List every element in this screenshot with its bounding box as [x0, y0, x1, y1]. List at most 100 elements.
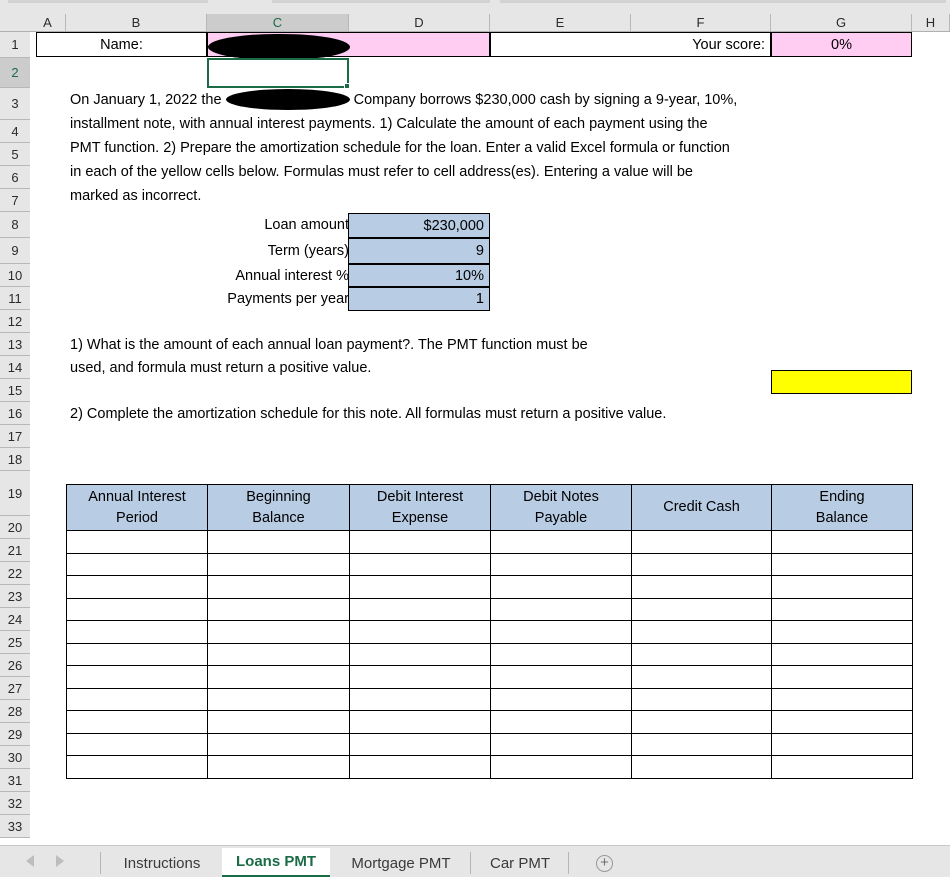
- cell-annual-interest-period[interactable]: [66, 530, 208, 554]
- cell-debit-interest-expense[interactable]: [349, 620, 491, 644]
- next-sheet-arrow-icon[interactable]: [56, 855, 64, 867]
- cell-ending-balance[interactable]: [771, 642, 913, 666]
- cell-credit-cash[interactable]: [631, 710, 772, 734]
- cell-ending-balance[interactable]: [771, 665, 913, 689]
- row-header-1[interactable]: 1: [0, 32, 30, 58]
- cell-debit-interest-expense[interactable]: [349, 732, 491, 756]
- cell-ending-balance[interactable]: [771, 687, 913, 711]
- row-header-2[interactable]: 2: [0, 58, 30, 88]
- cell-ending-balance[interactable]: [771, 597, 913, 621]
- row-header-16[interactable]: 16: [0, 402, 30, 425]
- row-header-15[interactable]: 15: [0, 379, 30, 402]
- row-header-5[interactable]: 5: [0, 143, 30, 166]
- row-header-9[interactable]: 9: [0, 238, 30, 264]
- row-header-7[interactable]: 7: [0, 189, 30, 212]
- cell-beginning-balance[interactable]: [207, 687, 350, 711]
- cell-annual-interest-period[interactable]: [66, 665, 208, 689]
- cell-beginning-balance[interactable]: [207, 642, 350, 666]
- column-header-a[interactable]: A: [30, 14, 66, 31]
- cell-debit-interest-expense[interactable]: [349, 530, 491, 554]
- cell-debit-notes-payable[interactable]: [490, 597, 632, 621]
- cell-credit-cash[interactable]: [631, 732, 772, 756]
- cell-debit-notes-payable[interactable]: [490, 687, 632, 711]
- column-header-e[interactable]: E: [490, 14, 631, 31]
- cell-debit-notes-payable[interactable]: [490, 642, 632, 666]
- row-header-17[interactable]: 17: [0, 425, 30, 448]
- row-header-33[interactable]: 33: [0, 815, 30, 838]
- cell-debit-notes-payable[interactable]: [490, 620, 632, 644]
- row-header-20[interactable]: 20: [0, 516, 30, 539]
- payments-per-year-value[interactable]: 1: [348, 287, 490, 311]
- column-header-b[interactable]: B: [66, 14, 207, 31]
- row-header-14[interactable]: 14: [0, 356, 30, 379]
- row-header-31[interactable]: 31: [0, 769, 30, 792]
- row-header-23[interactable]: 23: [0, 585, 30, 608]
- term-years-value[interactable]: 9: [348, 238, 490, 264]
- cell-annual-interest-period[interactable]: [66, 575, 208, 599]
- row-header-11[interactable]: 11: [0, 287, 30, 310]
- cell-credit-cash[interactable]: [631, 575, 772, 599]
- cell-debit-interest-expense[interactable]: [349, 552, 491, 576]
- cell-ending-balance[interactable]: [771, 732, 913, 756]
- row-header-3[interactable]: 3: [0, 88, 30, 120]
- cell-credit-cash[interactable]: [631, 597, 772, 621]
- row-header-18[interactable]: 18: [0, 448, 30, 471]
- cell-ending-balance[interactable]: [771, 710, 913, 734]
- cell-beginning-balance[interactable]: [207, 710, 350, 734]
- cell-annual-interest-period[interactable]: [66, 620, 208, 644]
- row-header-13[interactable]: 13: [0, 333, 30, 356]
- cell-debit-interest-expense[interactable]: [349, 687, 491, 711]
- row-header-28[interactable]: 28: [0, 700, 30, 723]
- row-header-24[interactable]: 24: [0, 608, 30, 631]
- cell-annual-interest-period[interactable]: [66, 687, 208, 711]
- row-header-25[interactable]: 25: [0, 631, 30, 654]
- cell-debit-interest-expense[interactable]: [349, 642, 491, 666]
- cell-beginning-balance[interactable]: [207, 552, 350, 576]
- row-header-21[interactable]: 21: [0, 539, 30, 562]
- row-header-27[interactable]: 27: [0, 677, 30, 700]
- cell-credit-cash[interactable]: [631, 620, 772, 644]
- cell-debit-notes-payable[interactable]: [490, 530, 632, 554]
- cell-debit-interest-expense[interactable]: [349, 575, 491, 599]
- cell-debit-notes-payable[interactable]: [490, 575, 632, 599]
- cell-debit-interest-expense[interactable]: [349, 597, 491, 621]
- row-header-6[interactable]: 6: [0, 166, 30, 189]
- previous-sheet-arrow-icon[interactable]: [26, 855, 34, 867]
- cell-annual-interest-period[interactable]: [66, 597, 208, 621]
- loan-amount-value[interactable]: $230,000: [348, 213, 490, 238]
- cell-ending-balance[interactable]: [771, 530, 913, 554]
- cell-ending-balance[interactable]: [771, 575, 913, 599]
- cell-credit-cash[interactable]: [631, 552, 772, 576]
- cell-beginning-balance[interactable]: [207, 620, 350, 644]
- cell-credit-cash[interactable]: [631, 642, 772, 666]
- row-header-12[interactable]: 12: [0, 310, 30, 333]
- tab-mortgage-pmt[interactable]: Mortgage PMT: [334, 848, 468, 877]
- cell-beginning-balance[interactable]: [207, 530, 350, 554]
- cell-credit-cash[interactable]: [631, 755, 772, 779]
- row-header-30[interactable]: 30: [0, 746, 30, 769]
- cell-debit-interest-expense[interactable]: [349, 665, 491, 689]
- cell-credit-cash[interactable]: [631, 687, 772, 711]
- column-header-d[interactable]: D: [349, 14, 490, 31]
- cell-debit-notes-payable[interactable]: [490, 665, 632, 689]
- cell-ending-balance[interactable]: [771, 552, 913, 576]
- cell-credit-cash[interactable]: [631, 665, 772, 689]
- cell-credit-cash[interactable]: [631, 530, 772, 554]
- cell-debit-notes-payable[interactable]: [490, 710, 632, 734]
- row-header-22[interactable]: 22: [0, 562, 30, 585]
- column-header-h[interactable]: H: [912, 14, 950, 31]
- row-header-8[interactable]: 8: [0, 212, 30, 238]
- cell-annual-interest-period[interactable]: [66, 552, 208, 576]
- cell-annual-interest-period[interactable]: [66, 755, 208, 779]
- cell-beginning-balance[interactable]: [207, 597, 350, 621]
- cell-ending-balance[interactable]: [771, 755, 913, 779]
- cell-beginning-balance[interactable]: [207, 732, 350, 756]
- tab-loans-pmt[interactable]: Loans PMT: [222, 848, 330, 877]
- cell-beginning-balance[interactable]: [207, 665, 350, 689]
- column-header-c[interactable]: C: [207, 14, 349, 31]
- cell-debit-interest-expense[interactable]: [349, 755, 491, 779]
- column-header-g[interactable]: G: [771, 14, 912, 31]
- tab-car-pmt[interactable]: Car PMT: [474, 848, 566, 877]
- row-header-4[interactable]: 4: [0, 120, 30, 143]
- cell-beginning-balance[interactable]: [207, 755, 350, 779]
